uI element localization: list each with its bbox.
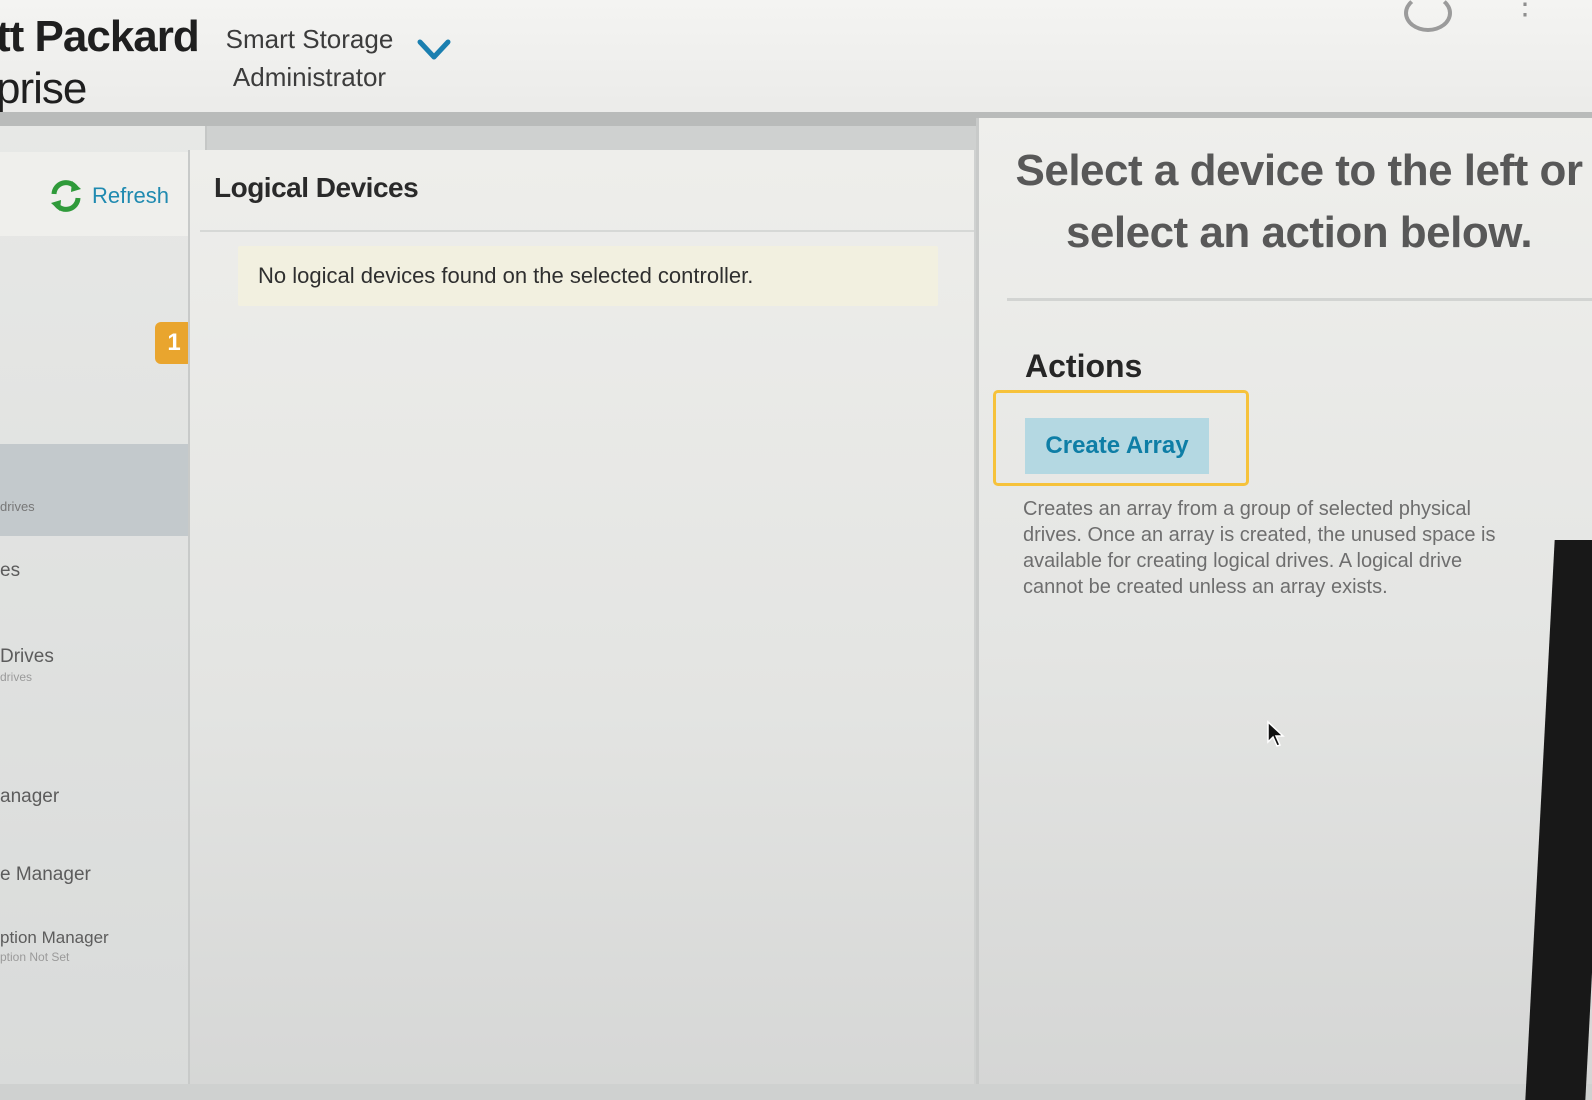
nav-item-encryption-manager[interactable]: ption Manager ption Not Set: [0, 928, 109, 964]
brand-logo-line1: tt Packard: [0, 12, 200, 61]
panel-title: Logical Devices: [214, 172, 419, 203]
selection-prompt-line1: Select a device to the left or: [1015, 146, 1583, 195]
nav-item-physical-drives[interactable]: drives: [0, 498, 35, 516]
logical-devices-panel: Logical Devices No logical devices found…: [188, 150, 974, 1084]
selection-prompt: Select a device to the left or select an…: [999, 140, 1592, 264]
more-options-icon[interactable]: ⋮: [1510, 0, 1540, 24]
title-divider: [200, 230, 974, 232]
refresh-button[interactable]: Refresh: [48, 176, 169, 216]
empty-state-message: No logical devices found on the selected…: [238, 246, 938, 306]
app-name[interactable]: Smart Storage Administrator: [222, 20, 397, 96]
left-navigation: Refresh 1 drives es Drives drives anager…: [0, 126, 240, 1084]
create-array-button[interactable]: Create Array: [1025, 418, 1209, 474]
refresh-icon: [51, 180, 81, 212]
nav-item-unassigned-drives[interactable]: Drives drives: [0, 646, 54, 684]
brand-logo-line2: prise: [0, 64, 87, 113]
nav-item-cache-manager[interactable]: e Manager: [0, 864, 91, 886]
actions-heading: Actions: [1025, 348, 1143, 384]
actions-panel: Select a device to the left or select an…: [976, 118, 1592, 1084]
create-array-description: Creates an array from a group of selecte…: [1023, 498, 1496, 598]
app-header: tt Packard prise Smart Storage Administr…: [0, 0, 1592, 118]
chevron-down-icon[interactable]: [414, 30, 454, 70]
mouse-pointer-icon: [1267, 720, 1285, 747]
nav-item-devices[interactable]: es: [0, 560, 20, 582]
refresh-label: Refresh: [92, 183, 170, 208]
prompt-divider: [1007, 298, 1592, 301]
nav-item-manager[interactable]: anager: [0, 786, 59, 808]
selection-prompt-line2: select an action below.: [1065, 208, 1533, 257]
header-refresh-icon[interactable]: [1404, 0, 1452, 32]
